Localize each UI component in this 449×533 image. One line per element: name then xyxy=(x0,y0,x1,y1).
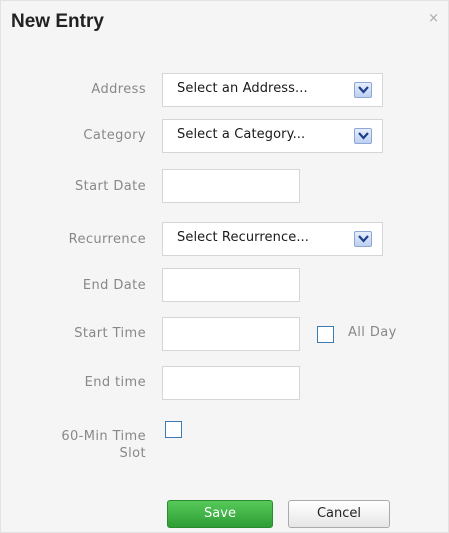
category-label: Category xyxy=(83,128,146,143)
end-time-label: End time xyxy=(84,375,146,390)
all-day-checkbox[interactable] xyxy=(317,326,334,343)
start-time-input[interactable] xyxy=(162,317,300,351)
start-date-input[interactable] xyxy=(162,169,300,203)
new-entry-dialog: New Entry × Address Select an Address...… xyxy=(0,0,449,533)
chevron-down-icon[interactable] xyxy=(354,231,372,247)
recurrence-select[interactable]: Select Recurrence... xyxy=(162,222,383,256)
end-date-input[interactable] xyxy=(162,268,300,302)
slot60-checkbox[interactable] xyxy=(165,421,182,438)
start-date-label: Start Date xyxy=(75,179,146,194)
chevron-down-icon[interactable] xyxy=(354,128,372,144)
recurrence-select-value: Select Recurrence... xyxy=(177,230,310,245)
chevron-down-icon[interactable] xyxy=(354,82,372,98)
all-day-label: All Day xyxy=(348,325,397,340)
address-select-value: Select an Address... xyxy=(177,81,308,96)
address-select[interactable]: Select an Address... xyxy=(162,73,383,107)
recurrence-label: Recurrence xyxy=(68,232,146,247)
end-date-label: End Date xyxy=(82,278,146,293)
category-select-value: Select a Category... xyxy=(177,127,306,142)
start-time-label: Start Time xyxy=(74,326,146,341)
dialog-title: New Entry xyxy=(11,11,104,32)
save-button[interactable]: Save xyxy=(167,500,273,528)
slot60-label-line2: Slot xyxy=(119,446,146,461)
category-select[interactable]: Select a Category... xyxy=(162,119,383,153)
slot60-label-line1: 60-Min Time xyxy=(61,429,146,444)
close-icon[interactable]: × xyxy=(428,11,439,26)
address-label: Address xyxy=(91,82,146,97)
cancel-button[interactable]: Cancel xyxy=(288,500,390,528)
end-time-input[interactable] xyxy=(162,366,300,400)
